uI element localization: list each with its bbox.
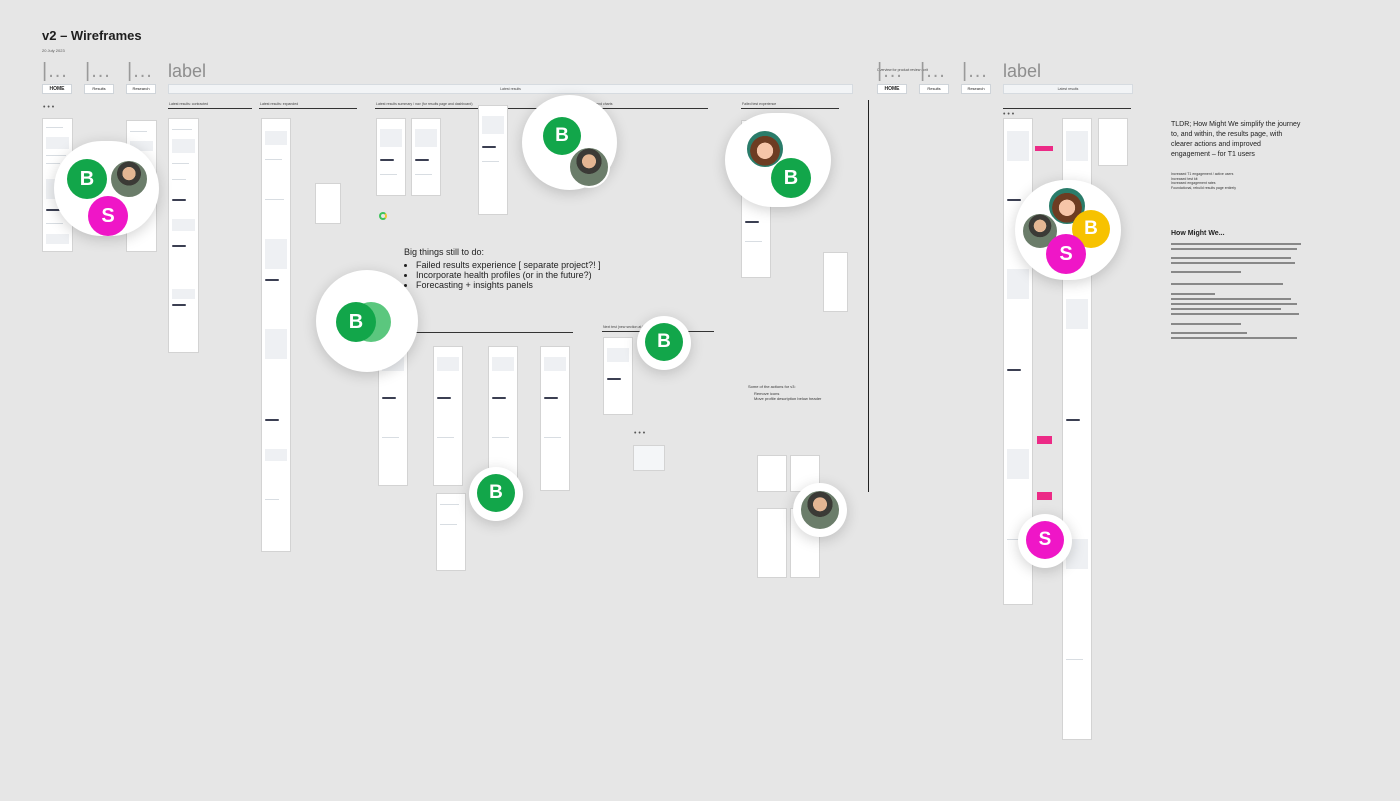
hmw-text-line <box>1171 298 1291 300</box>
wireframe-card[interactable] <box>823 252 848 312</box>
nav-right-placeholder-3: |... <box>962 60 988 82</box>
hmw-text-line <box>1171 303 1297 305</box>
top-bar-right: Latest results <box>1003 84 1133 94</box>
big-things-item: Forecasting + insights panels <box>416 280 601 290</box>
wireframe-screen[interactable] <box>411 118 441 196</box>
nav-right-placeholder-1: |... <box>877 60 903 82</box>
section-divider <box>741 108 839 109</box>
more-dots-icon: • • • <box>1003 111 1015 118</box>
avatar-s[interactable]: S <box>1026 521 1064 559</box>
avatar-b[interactable]: B <box>645 323 683 361</box>
wireframe-screen[interactable] <box>436 493 466 571</box>
tldr-note: TLDR; How Might We simplify the journey … <box>1171 121 1301 158</box>
wireframe-card[interactable] <box>757 508 787 578</box>
wireframe-screen[interactable] <box>478 105 508 215</box>
big-things-heading: Big things still to do: <box>404 247 485 257</box>
hmw-text-line <box>1171 262 1295 264</box>
tab-research-left[interactable]: Research <box>126 84 156 94</box>
hmw-text-line <box>1171 248 1297 250</box>
tab-research-right[interactable]: Research <box>961 84 991 94</box>
tldr-goal: Foundational, rebuild results page entir… <box>1171 185 1236 190</box>
hmw-text-line <box>1171 313 1299 315</box>
wireframe-card[interactable] <box>757 455 787 492</box>
avatar-s[interactable]: S <box>88 196 128 236</box>
avatar-b[interactable]: B <box>477 474 515 512</box>
avatar-b[interactable]: B <box>771 158 811 198</box>
tldr-goal: Increased T1 engagement / active users <box>1171 172 1234 176</box>
wireframe-screen[interactable] <box>168 118 199 353</box>
section-label: Latest results summary / nav (for result… <box>376 102 473 106</box>
actions-heading: Some of the actions for v3: <box>748 384 796 389</box>
wireframe-card[interactable] <box>633 445 665 471</box>
wireframe-screen[interactable] <box>540 346 570 491</box>
section-divider <box>1003 108 1131 109</box>
column-separator <box>868 100 869 492</box>
wireframe-card[interactable] <box>1098 118 1128 166</box>
tab-home-right[interactable]: HOME <box>877 84 907 94</box>
nav-placeholder-1: |... <box>42 60 68 82</box>
avatar-photo[interactable] <box>109 159 149 199</box>
hmw-text-line <box>1171 257 1291 259</box>
section-divider <box>168 108 252 109</box>
sticky-note <box>1035 146 1053 151</box>
actions-note: Some of the actions for v3: Remove icons… <box>748 384 821 401</box>
avatar-photo[interactable] <box>568 146 610 188</box>
more-dots-icon: • • • <box>43 104 55 111</box>
tldr-goals: Increased T1 engagement / active users I… <box>1171 172 1236 190</box>
hmw-text-line <box>1171 283 1283 285</box>
section-label: Latest results: expanded <box>260 102 299 106</box>
wireframe-screen[interactable] <box>603 337 633 415</box>
top-bar-right-caption: Latest results <box>1057 87 1079 91</box>
big-things-item: Failed results experience [ separate pro… <box>416 260 601 270</box>
wireframe-screen[interactable] <box>488 346 518 486</box>
hmw-heading: How Might We... <box>1171 230 1225 237</box>
nav-placeholder-2: |... <box>85 60 111 82</box>
hmw-text-line <box>1171 337 1297 339</box>
section-divider <box>592 108 708 109</box>
hmw-text-line <box>1171 323 1241 325</box>
tab-results-right[interactable]: Results <box>919 84 949 94</box>
nav-right-label: label <box>1003 61 1042 81</box>
wireframe-screen[interactable] <box>376 118 406 196</box>
wireframe-screen[interactable] <box>261 118 291 552</box>
wireframe-screen[interactable] <box>433 346 463 486</box>
avatar-photo[interactable] <box>799 489 841 531</box>
avatar-b[interactable]: B <box>67 159 107 199</box>
tab-results-left[interactable]: Results <box>84 84 114 94</box>
avatar-s[interactable]: S <box>1046 234 1086 274</box>
nav-right-placeholder-2: |... <box>920 60 946 82</box>
nav-label: label <box>168 61 207 81</box>
more-dots-icon: • • • <box>634 430 646 437</box>
board-title: v2 – Wireframes <box>42 28 142 43</box>
section-label: Failed test experience <box>742 102 777 106</box>
actions-item: Move profile description below header <box>754 396 822 401</box>
big-things-note: Big things still to do: Failed results e… <box>404 247 601 290</box>
nav-placeholder-3: |... <box>127 60 153 82</box>
big-things-item: Incorporate health profiles (or in the f… <box>416 270 601 280</box>
section-label: Latest results: contracted <box>169 102 209 106</box>
sticky-note <box>1037 436 1052 444</box>
tab-home-left[interactable]: HOME <box>42 84 72 94</box>
hmw-text-line <box>1171 293 1215 295</box>
hmw-text-line <box>1171 243 1301 245</box>
hmw-text-line <box>1171 308 1281 310</box>
section-divider <box>259 108 357 109</box>
top-bar: Latest results <box>168 84 853 94</box>
wireframe-card[interactable] <box>315 183 341 224</box>
hmw-text-line <box>1171 332 1247 334</box>
avatar-b[interactable]: B <box>336 302 376 342</box>
hmw-text-line <box>1171 271 1241 273</box>
sticky-note <box>1037 492 1052 500</box>
top-bar-caption: Latest results <box>500 87 521 91</box>
board-date: 20 July 2023 <box>42 48 65 53</box>
loading-ring-icon <box>379 212 387 220</box>
